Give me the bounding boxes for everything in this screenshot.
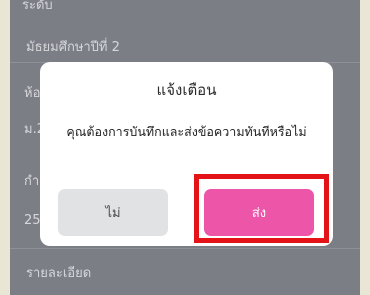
no-button[interactable]: ไม่ xyxy=(58,189,168,236)
details-label: รายละเอียด xyxy=(26,266,92,281)
dialog-message: คุณต้องการบันทึกและส่งข้อความทันทีหรือไม… xyxy=(66,124,307,139)
dialog-title: แจ้งเตือน xyxy=(156,81,217,99)
room-label: ห้อ xyxy=(24,86,41,101)
divider xyxy=(10,248,360,249)
send-button-highlight xyxy=(194,174,329,243)
level-value: มัธยมศึกษาปีที่ 2 xyxy=(26,40,120,55)
level-label: ระดับ xyxy=(22,0,53,13)
time-label: กำ xyxy=(24,174,40,189)
time-value: 25 xyxy=(24,213,41,228)
